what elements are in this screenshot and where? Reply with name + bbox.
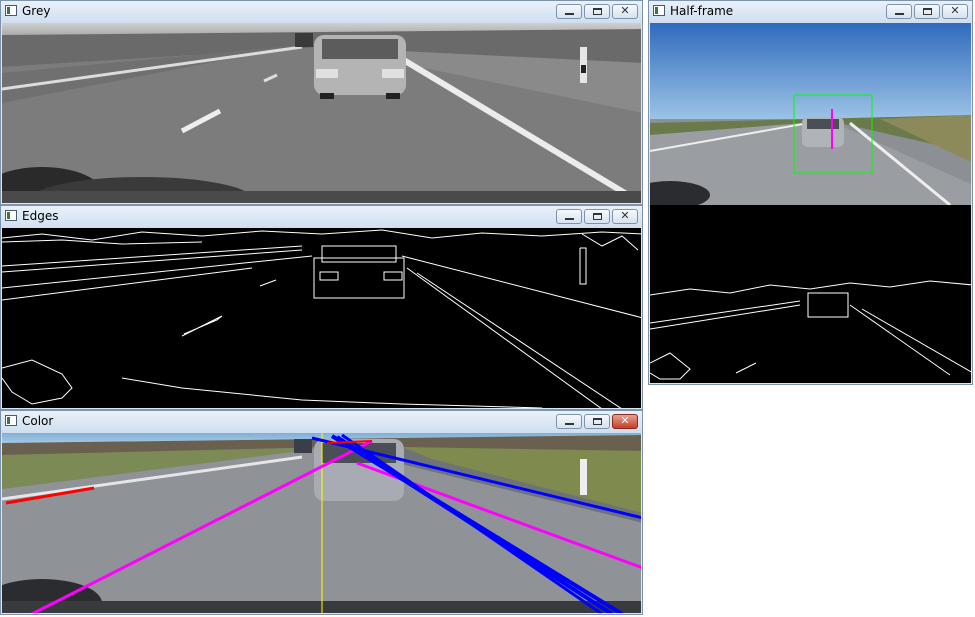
maximize-icon	[593, 213, 602, 220]
maximize-icon	[593, 8, 602, 15]
close-button[interactable]: ✕	[612, 4, 638, 19]
minimize-button[interactable]	[556, 209, 582, 224]
half-frame-titlebar[interactable]: Half-frame ✕	[649, 1, 972, 23]
grey-titlebar[interactable]: Grey ✕	[1, 1, 642, 23]
edges-image	[2, 228, 641, 408]
maximize-button[interactable]	[584, 209, 610, 224]
window-title: Grey	[22, 4, 51, 18]
close-button[interactable]: ✕	[612, 209, 638, 224]
close-icon: ✕	[620, 414, 630, 427]
close-button[interactable]: ✕	[612, 414, 638, 429]
window-title: Half-frame	[670, 4, 734, 18]
close-icon: ✕	[950, 4, 960, 17]
minimize-icon	[565, 13, 574, 15]
maximize-button[interactable]	[584, 414, 610, 429]
maximize-button[interactable]	[914, 4, 940, 19]
edges-titlebar[interactable]: Edges ✕	[1, 206, 642, 228]
window-title: Edges	[22, 209, 59, 223]
close-icon: ✕	[620, 209, 630, 222]
half-frame-image	[650, 23, 971, 383]
app-icon	[653, 5, 665, 16]
minimize-button[interactable]	[556, 414, 582, 429]
app-icon	[5, 415, 17, 426]
maximize-icon	[593, 418, 602, 425]
close-button[interactable]: ✕	[942, 4, 968, 19]
half-frame-window[interactable]: Half-frame ✕	[648, 0, 973, 385]
grey-image	[2, 23, 641, 203]
color-image	[2, 433, 641, 613]
grey-window[interactable]: Grey ✕	[0, 0, 643, 205]
edges-window[interactable]: Edges ✕	[0, 205, 643, 410]
minimize-icon	[895, 13, 904, 15]
minimize-button[interactable]	[886, 4, 912, 19]
maximize-button[interactable]	[584, 4, 610, 19]
color-titlebar[interactable]: Color ✕	[1, 411, 642, 433]
minimize-icon	[565, 423, 574, 425]
window-title: Color	[22, 414, 54, 428]
app-icon	[5, 210, 17, 221]
app-icon	[5, 5, 17, 16]
minimize-icon	[565, 218, 574, 220]
color-window[interactable]: Color ✕	[0, 410, 643, 615]
minimize-button[interactable]	[556, 4, 582, 19]
close-icon: ✕	[620, 4, 630, 17]
maximize-icon	[923, 8, 932, 15]
